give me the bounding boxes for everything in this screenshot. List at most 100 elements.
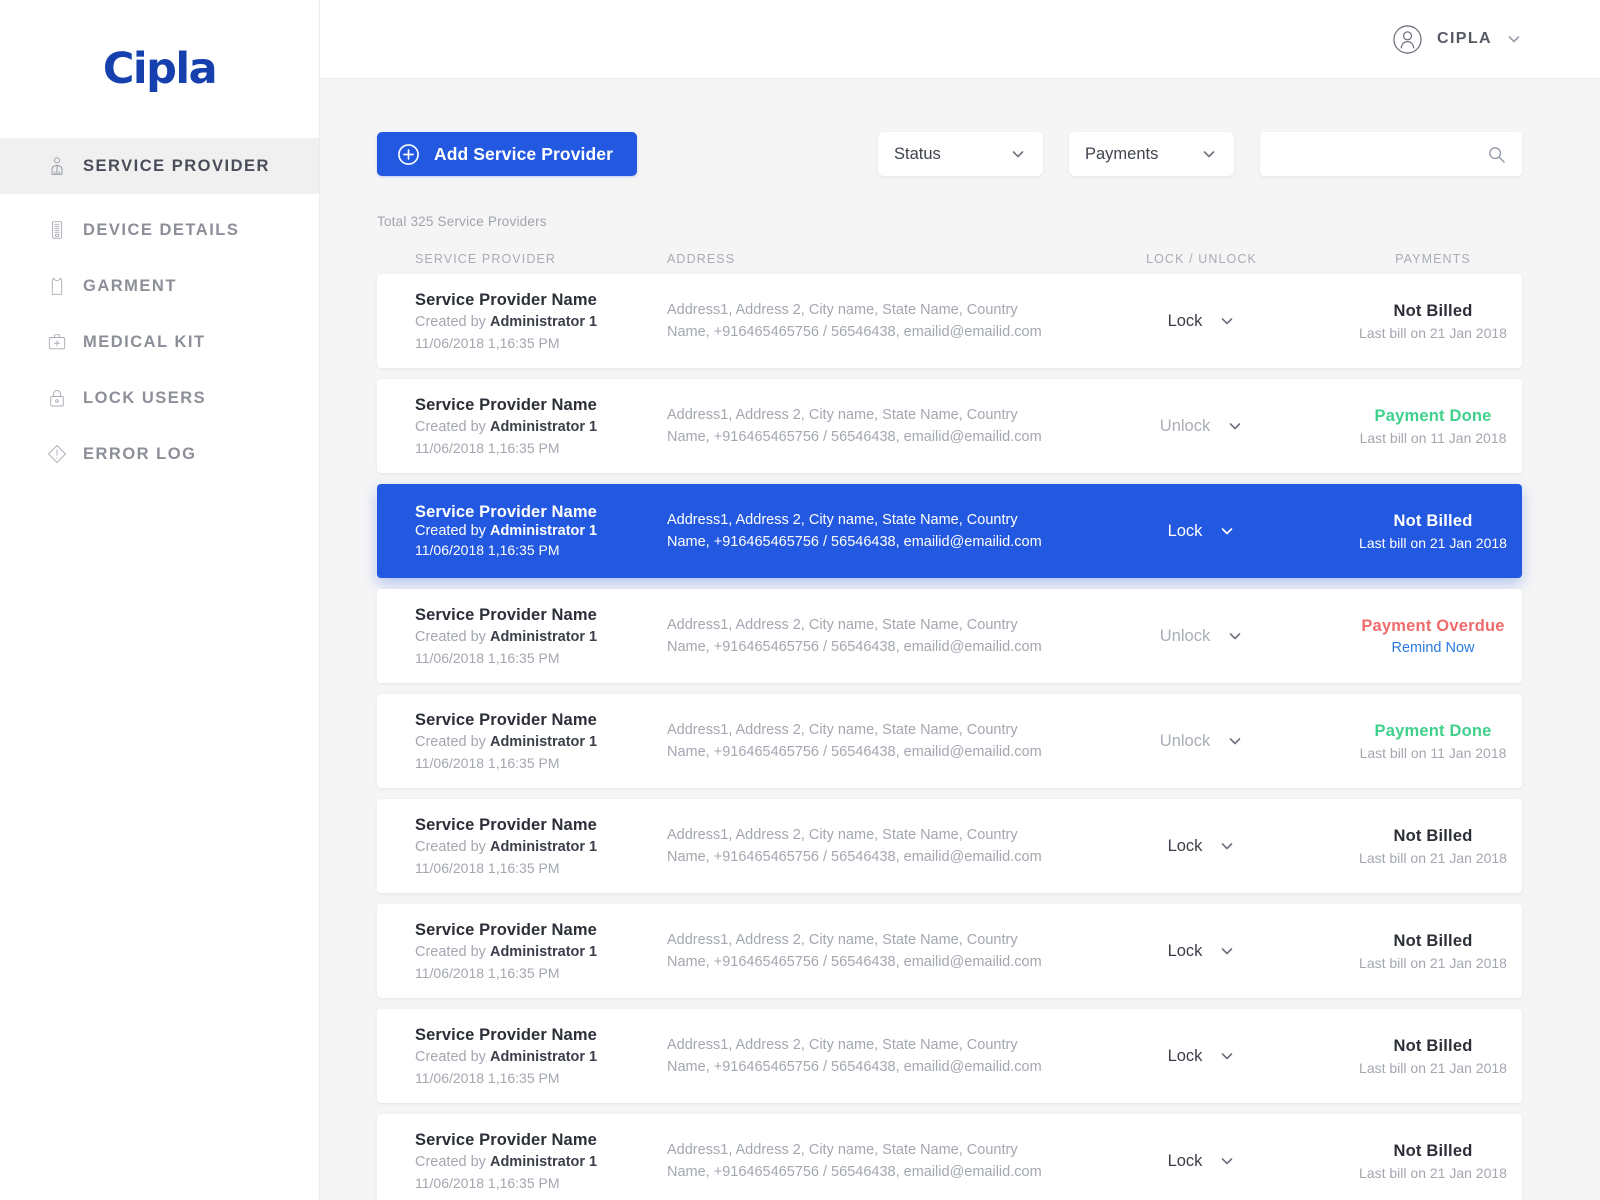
sidebar-item-label: GARMENT [83,276,177,295]
provider-created-by: Created by Administrator 1 [415,522,667,541]
provider-created-date: 11/06/2018 1,16:35 PM [415,859,560,876]
table-row[interactable]: Service Provider Name Created by Administ… [377,904,1522,998]
table-row[interactable]: Service Provider Name Created by Administ… [377,274,1522,368]
table-row[interactable]: Service Provider Name Created by Administ… [377,379,1522,473]
table-row[interactable]: Service Provider Name Created by Administ… [377,589,1522,683]
lock-state-label: Lock [1167,1151,1203,1170]
cell-address: Address1, Address 2, City name, State Na… [667,929,1059,974]
lock-state-label: Unlock [1159,731,1211,750]
table-row[interactable]: Service Provider Name Created by Administ… [377,1114,1522,1200]
user-menu[interactable]: CIPLA [1392,24,1522,55]
cell-payments: Payment Done Last bill on 11 Jan 2018 [1344,407,1522,446]
lock-unlock-select[interactable]: Lock [1059,837,1344,856]
created-by-prefix: Created by [415,313,490,330]
chevron-down-icon [1227,733,1243,749]
provider-created-date: 11/06/2018 1,16:35 PM [415,334,560,351]
payment-last-bill: Last bill on 21 Jan 2018 [1359,534,1507,551]
created-by-name: Administrator 1 [489,1048,598,1065]
add-service-provider-button[interactable]: Add Service Provider [377,132,638,176]
provider-created-date: 11/06/2018 1,16:35 PM [415,439,560,456]
lock-unlock-select[interactable]: Lock [1059,942,1344,961]
provider-created-by: Created by Administrator 1 [415,1153,667,1172]
table-row[interactable]: Service Provider Name Created by Administ… [377,484,1522,578]
lock-unlock-select[interactable]: Unlock [1059,627,1344,646]
cell-provider: Service Provider Name Created by Administ… [415,710,667,772]
lock-unlock-select[interactable]: Lock [1059,312,1344,331]
provider-address: Address1, Address 2, City name, State Na… [667,301,1042,340]
cell-payments: Not Billed Last bill on 21 Jan 2018 [1344,932,1522,971]
provider-name: Service Provider Name [415,291,597,310]
lock-unlock-select[interactable]: Lock [1059,522,1344,541]
cell-address: Address1, Address 2, City name, State Na… [667,614,1059,659]
search-box[interactable] [1260,132,1522,176]
payments-filter-select[interactable]: Payments [1069,132,1234,176]
toolbar: Add Service Provider Status Payments [377,132,1522,176]
cell-address: Address1, Address 2, City name, State Na… [667,404,1059,449]
table-row[interactable]: Service Provider Name Created by Administ… [377,1009,1522,1103]
lock-unlock-select[interactable]: Lock [1059,1152,1344,1171]
provider-name: Service Provider Name [415,396,597,415]
toolbar-filters: Status Payments [878,132,1522,176]
sidebar-item-label: LOCK USERS [83,388,207,407]
sidebar-item-medical-kit[interactable]: MEDICAL KIT [0,314,319,370]
user-name-label: CIPLA [1437,30,1492,47]
provider-address: Address1, Address 2, City name, State Na… [667,931,1042,970]
payment-last-bill: Last bill on 21 Jan 2018 [1359,324,1507,341]
payment-last-bill: Last bill on 11 Jan 2018 [1359,429,1507,446]
plus-circle-icon [397,143,420,166]
provider-created-date: 11/06/2018 1,16:35 PM [415,1174,560,1191]
garment-icon [47,275,67,297]
chevron-down-icon [1219,1153,1235,1169]
column-header-lock: LOCK / UNLOCK [1146,252,1257,266]
cell-provider: Service Provider Name Created by Administ… [415,920,667,982]
sidebar-item-device-details[interactable]: DEVICE DETAILS [0,202,319,258]
table-row[interactable]: Service Provider Name Created by Administ… [377,799,1522,893]
cell-payments: Not Billed Last bill on 21 Jan 2018 [1344,827,1522,866]
status-filter-select[interactable]: Status [878,132,1043,176]
lock-unlock-select[interactable]: Lock [1059,1047,1344,1066]
chevron-down-icon [1010,146,1026,162]
payment-last-bill: Last bill on 21 Jan 2018 [1359,954,1507,971]
table-row[interactable]: Service Provider Name Created by Administ… [377,694,1522,788]
chevron-down-icon[interactable] [1506,31,1522,47]
sidebar-item-lock-users[interactable]: LOCK USERS [0,370,319,426]
sidebar-item-error-log[interactable]: ERROR LOG [0,426,319,482]
cell-payments: Not Billed Last bill on 21 Jan 2018 [1344,512,1522,551]
cell-payments: Payment Done Last bill on 11 Jan 2018 [1344,722,1522,761]
provider-name: Service Provider Name [415,816,597,835]
cell-payments: Not Billed Last bill on 21 Jan 2018 [1344,1142,1522,1181]
brand-logo-text: Cipla [102,44,218,94]
provider-address: Address1, Address 2, City name, State Na… [667,721,1042,760]
search-icon[interactable] [1487,145,1506,164]
remind-now-link[interactable]: Remind Now [1344,640,1522,656]
provider-name: Service Provider Name [415,1131,597,1150]
search-input[interactable] [1276,145,1487,163]
provider-address: Address1, Address 2, City name, State Na… [667,511,1042,550]
created-by-prefix: Created by [415,418,490,435]
chevron-down-icon [1227,628,1243,644]
lock-icon [47,387,67,409]
provider-name: Service Provider Name [415,606,597,625]
created-by-name: Administrator 1 [489,1153,598,1170]
sidebar-nav: SERVICE PROVIDER DEVICE DETAILS GARMENT MED… [0,138,319,482]
cell-address: Address1, Address 2, City name, State Na… [667,1139,1059,1184]
sidebar-item-label: DEVICE DETAILS [83,220,240,239]
sidebar-item-service-provider[interactable]: SERVICE PROVIDER [0,138,319,194]
cell-address: Address1, Address 2, City name, State Na… [667,509,1059,554]
created-by-name: Administrator 1 [489,523,598,540]
sidebar-item-label: SERVICE PROVIDER [83,156,270,175]
chevron-down-icon [1227,418,1243,434]
lock-state-label: Unlock [1159,626,1211,645]
provider-address: Address1, Address 2, City name, State Na… [667,1036,1042,1075]
sidebar-item-garment[interactable]: GARMENT [0,258,319,314]
provider-created-date: 11/06/2018 1,16:35 PM [415,754,560,771]
provider-address: Address1, Address 2, City name, State Na… [667,826,1042,865]
provider-created-by: Created by Administrator 1 [415,313,667,332]
top-bar: CIPLA [320,0,1600,79]
payment-status-badge: Not Billed [1393,931,1473,950]
lock-unlock-select[interactable]: Unlock [1059,732,1344,751]
lock-unlock-select[interactable]: Unlock [1059,417,1344,436]
payment-status-badge: Payment Overdue [1361,616,1505,635]
provider-name: Service Provider Name [415,921,597,940]
created-by-name: Administrator 1 [489,418,598,435]
